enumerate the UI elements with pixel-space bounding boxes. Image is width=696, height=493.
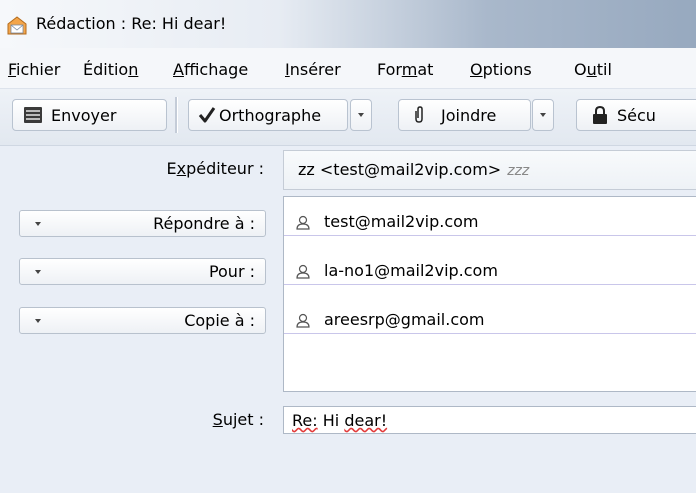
- subject-label: Sujet :: [212, 410, 264, 429]
- subject-dear: dear!: [344, 411, 388, 430]
- reply-to-type-label: Répondre à :: [153, 214, 255, 233]
- menu-fichier[interactable]: Fichier: [8, 60, 60, 79]
- security-button[interactable]: Sécu: [576, 99, 696, 131]
- dropdown-arrow-icon: [35, 319, 41, 323]
- sender-value: zz <test@mail2vip.com>: [298, 160, 502, 179]
- paperclip-icon: [415, 106, 423, 123]
- attach-label: Joindre: [441, 106, 497, 125]
- title-bar: Rédaction : Re: Hi dear!: [0, 0, 696, 48]
- window-title: Rédaction : Re: Hi dear!: [36, 14, 227, 33]
- menu-bar: Fichier Édition Affichage Insérer Format…: [0, 48, 696, 89]
- menu-options[interactable]: Options: [470, 60, 532, 79]
- contact-icon: [296, 313, 310, 328]
- recipient-address[interactable]: test@mail2vip.com: [324, 212, 479, 231]
- attach-button[interactable]: Joindre: [398, 99, 531, 131]
- recipient-row[interactable]: la-no1@mail2vip.com: [284, 258, 696, 285]
- menu-affichage[interactable]: Affichage: [173, 60, 248, 79]
- send-label: Envoyer: [51, 106, 117, 125]
- toolbar-separator: [175, 97, 178, 133]
- recipient-row[interactable]: test@mail2vip.com: [284, 209, 696, 236]
- dropdown-arrow-icon: [35, 270, 41, 274]
- cc-type-label: Copie à :: [184, 311, 255, 330]
- send-button[interactable]: Envoyer: [12, 99, 167, 131]
- compose-window-icon: [7, 16, 27, 35]
- attach-dropdown[interactable]: [532, 99, 554, 131]
- contact-icon: [296, 264, 310, 279]
- recipient-list: test@mail2vip.com la-no1@mail2vip.com ar…: [283, 196, 696, 392]
- cc-type-button[interactable]: Copie à :: [19, 307, 266, 334]
- subject-input[interactable]: Re: Hi dear!: [283, 406, 696, 434]
- menu-outils[interactable]: Outil: [574, 60, 612, 79]
- checkmark-icon: [198, 107, 216, 123]
- empty-recipient-row[interactable]: [284, 347, 696, 373]
- to-type-label: Pour :: [208, 262, 255, 281]
- sender-select[interactable]: zz <test@mail2vip.com> zzz: [283, 150, 696, 190]
- spell-check-dropdown[interactable]: [350, 99, 372, 131]
- dropdown-arrow-icon: [35, 222, 41, 226]
- menu-edition[interactable]: Édition: [83, 60, 138, 79]
- contact-icon: [296, 215, 310, 230]
- subject-hi: Hi: [322, 411, 340, 430]
- recipient-address[interactable]: areesrp@gmail.com: [324, 310, 484, 329]
- reply-to-type-button[interactable]: Répondre à :: [19, 210, 266, 237]
- recipient-row[interactable]: areesrp@gmail.com: [284, 307, 696, 334]
- to-type-button[interactable]: Pour :: [19, 258, 266, 285]
- spell-check-button[interactable]: Orthographe: [188, 99, 348, 131]
- spell-check-label: Orthographe: [219, 106, 322, 125]
- menu-inserer[interactable]: Insérer: [285, 60, 341, 79]
- compose-toolbar: Envoyer Orthographe Joindre Sécu: [0, 89, 696, 146]
- sender-identity-name: zzz: [507, 163, 530, 179]
- subject-re: Re:: [292, 411, 318, 430]
- security-label: Sécu: [617, 106, 656, 125]
- send-icon: [24, 107, 42, 123]
- lock-icon: [593, 105, 607, 124]
- recipient-address[interactable]: la-no1@mail2vip.com: [324, 261, 498, 280]
- sender-label: Expéditeur :: [166, 159, 265, 178]
- menu-format[interactable]: Format: [377, 60, 433, 79]
